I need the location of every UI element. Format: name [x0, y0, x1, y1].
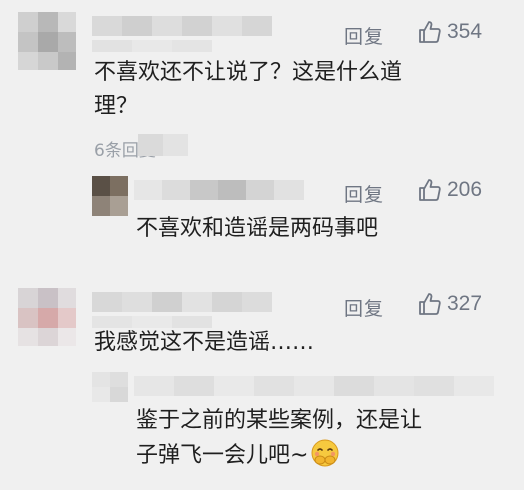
like-count: 354: [447, 20, 483, 43]
username[interactable]: [92, 292, 272, 312]
comment-text: 不喜欢还不让说了？这是什么道 理？: [94, 60, 403, 119]
avatar[interactable]: [18, 12, 76, 70]
like-button[interactable]: 354: [418, 20, 482, 44]
thumbs-up-icon: [419, 21, 441, 43]
avatar[interactable]: [92, 372, 128, 402]
comment-text: 我感觉这不是造谣……: [94, 330, 315, 355]
like-button[interactable]: 206: [418, 178, 482, 202]
username[interactable]: [92, 16, 272, 36]
like-count: 206: [447, 178, 483, 201]
face-with-hands-over-mouth-emoji: [310, 438, 340, 479]
reply-text: 不喜欢和造谣是两码事吧: [136, 216, 379, 241]
username[interactable]: [134, 376, 494, 396]
avatar[interactable]: [92, 176, 128, 216]
thumbs-up-icon: [419, 179, 441, 201]
comment-meta: [92, 40, 212, 52]
avatar[interactable]: [18, 288, 76, 346]
reply-button[interactable]: 回复: [344, 180, 384, 207]
username[interactable]: [134, 180, 304, 200]
redaction-block: [138, 134, 188, 156]
like-button[interactable]: 327: [418, 292, 482, 316]
thumbs-up-icon: [419, 293, 441, 315]
like-count: 327: [447, 292, 483, 315]
reply-text: 鉴于之前的某些案例，还是让 子弹飞一会儿吧~: [136, 404, 422, 479]
reply-button[interactable]: 回复: [344, 22, 384, 49]
reply-button[interactable]: 回复: [344, 294, 384, 321]
